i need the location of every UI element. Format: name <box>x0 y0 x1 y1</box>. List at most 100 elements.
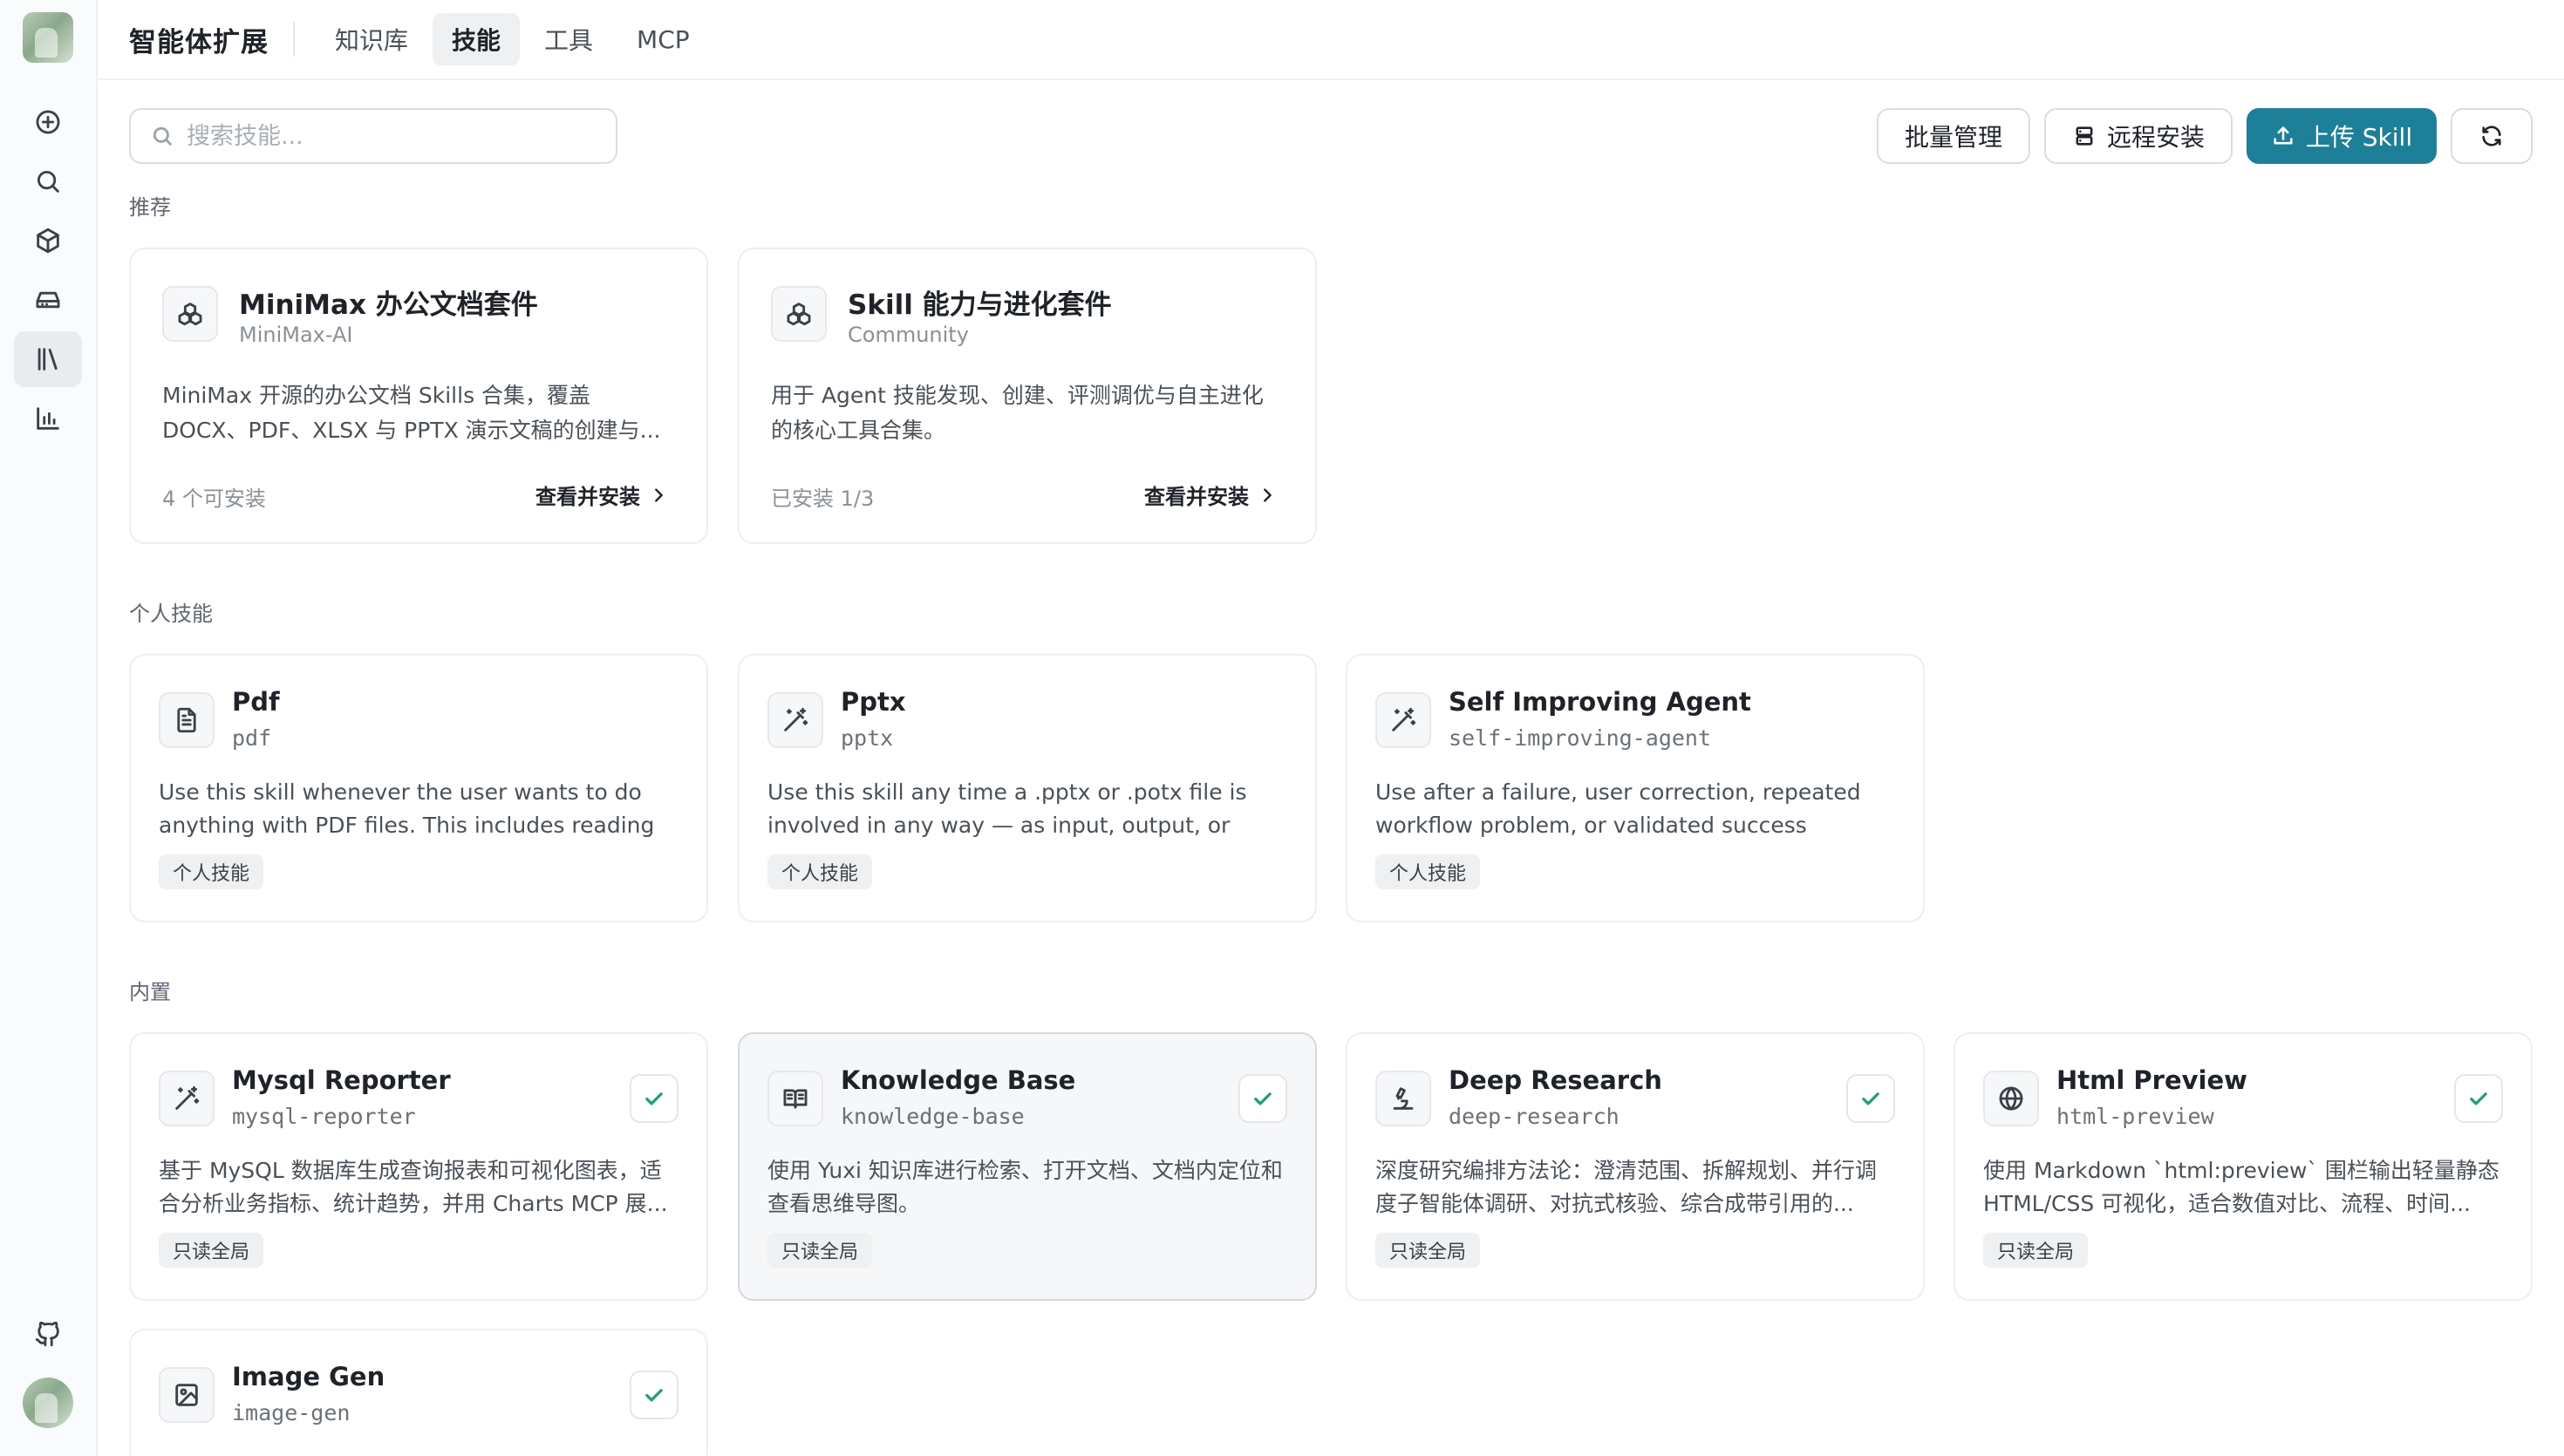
card-description: MiniMax 开源的办公文档 Skills 合集，覆盖 DOCX、PDF、XL… <box>162 383 661 443</box>
skill-title: Deep Research <box>1449 1065 1662 1095</box>
search-box <box>129 108 617 164</box>
check-icon <box>2470 1092 2487 1106</box>
skill-title: Pdf <box>232 687 280 717</box>
skill-description: 使用 Markdown `html:preview` 围栏输出轻量静态 HTML… <box>1983 1158 2499 1216</box>
skill-title: Self Improving Agent <box>1449 687 1751 717</box>
skill-title: Knowledge Base <box>841 1065 1076 1095</box>
search-input[interactable] <box>187 122 588 150</box>
skill-title: Image Gen <box>232 1362 385 1391</box>
tab-mcp[interactable]: MCP <box>617 17 709 63</box>
skill-tag: 只读全局 <box>767 1233 873 1268</box>
skill-description: Use this skill whenever the user wants t… <box>159 779 655 838</box>
plus-circle-icon <box>36 110 60 134</box>
tab-skills[interactable]: 技能 <box>433 13 521 65</box>
card-icon-wrap <box>159 1071 215 1126</box>
boxes-icon <box>178 303 202 326</box>
skill-card-mysql-reporter[interactable]: Mysql Reporter mysql-reporter 基于 MySQL 数… <box>129 1032 708 1301</box>
card-icon-wrap <box>1983 1071 2039 1126</box>
skill-description: 基于 MySQL 数据库生成查询报表和可视化图表，适合分析业务指标、统计趋势，并… <box>159 1158 668 1216</box>
magic-wand-icon <box>1392 707 1416 731</box>
skill-description: Use this skill any time a .pptx or .potx… <box>767 779 1247 838</box>
skill-title: Pptx <box>841 687 906 717</box>
skill-card-self-improving-agent[interactable]: Self Improving Agent self-improving-agen… <box>1346 654 1925 922</box>
skill-card-knowledge-base[interactable]: Knowledge Base knowledge-base 使用 Yuxi 知识… <box>738 1032 1317 1301</box>
card-title: MiniMax 办公文档套件 <box>239 289 538 321</box>
globe-icon <box>1999 1086 2023 1111</box>
skill-card-image-gen[interactable]: Image Gen image-gen <box>129 1329 708 1456</box>
new-chat-button[interactable] <box>14 94 82 150</box>
batch-manage-button[interactable]: 批量管理 <box>1877 108 2030 164</box>
bar-chart-icon <box>37 407 59 430</box>
card-icon-wrap <box>159 692 215 748</box>
recommended-card-skill-evolution[interactable]: Skill 能力与进化套件 Community 用于 Agent 技能发现、创建… <box>738 248 1317 544</box>
storage-button[interactable] <box>14 272 82 328</box>
dashboard-button[interactable] <box>14 391 82 446</box>
skill-id: mysql-reporter <box>232 1104 416 1129</box>
tab-tools[interactable]: 工具 <box>525 13 612 65</box>
view-install-link[interactable]: 查看并安装 <box>535 480 668 510</box>
image-icon <box>175 1384 198 1406</box>
view-install-link[interactable]: 查看并安装 <box>1144 480 1277 510</box>
top-nav: 智能体扩展 知识库 技能 工具 MCP <box>98 0 2564 80</box>
remote-install-label: 远程安装 <box>2106 123 2205 152</box>
card-icon-wrap <box>159 1367 215 1423</box>
skill-card-deep-research[interactable]: Deep Research deep-research 深度研究编排方法论：澄清… <box>1346 1032 1925 1301</box>
enabled-checkbox[interactable] <box>1846 1074 1895 1123</box>
server-icon <box>2076 126 2093 146</box>
skill-card-pptx[interactable]: Pptx pptx Use this skill any time a .ppt… <box>738 654 1317 922</box>
card-icon-wrap <box>1375 1071 1431 1126</box>
skill-id: image-gen <box>232 1400 351 1425</box>
enabled-checkbox[interactable] <box>1238 1074 1287 1123</box>
search-icon <box>153 126 172 146</box>
magic-wand-icon <box>175 1085 200 1110</box>
section-label-personal: 个人技能 <box>129 602 213 626</box>
skill-description: 使用 Yuxi 知识库进行检索、打开文档、文档内定位和查看思维导图。 <box>767 1158 1283 1216</box>
chevron-right-icon <box>655 487 663 502</box>
check-icon <box>645 1389 663 1402</box>
card-author: MiniMax-AI <box>239 323 353 347</box>
library-icon <box>38 348 58 371</box>
skill-title: Html Preview <box>2056 1065 2247 1095</box>
title-divider <box>293 22 295 57</box>
batch-manage-label: 批量管理 <box>1904 123 2002 152</box>
refresh-button[interactable] <box>2451 108 2533 164</box>
microscope-icon <box>1393 1087 1414 1110</box>
skill-card-pdf[interactable]: Pdf pdf Use this skill whenever the user… <box>129 654 708 922</box>
skill-tag: 个人技能 <box>1375 854 1481 889</box>
workspace-logo[interactable] <box>23 12 73 63</box>
upload-skill-label: 上传 Skill <box>2305 123 2413 152</box>
enabled-checkbox[interactable] <box>630 1371 679 1419</box>
github-link[interactable] <box>14 1306 82 1362</box>
skill-tag: 只读全局 <box>1983 1233 2089 1268</box>
enabled-checkbox[interactable] <box>630 1074 679 1123</box>
card-author: Community <box>848 323 969 347</box>
refresh-icon <box>2482 126 2501 146</box>
app-root: 智能体扩展 知识库 技能 工具 MCP 批量管理 远程安装 上传 Skill 推… <box>0 0 2564 1456</box>
upload-skill-button[interactable]: 上传 Skill <box>2247 108 2437 164</box>
skill-tag: 只读全局 <box>159 1233 264 1268</box>
view-install-label: 查看并安装 <box>1144 485 1249 509</box>
skill-description: 深度研究编排方法论：澄清范围、拆解规划、并行调度子智能体调研、对抗式核验、综合成… <box>1375 1158 1878 1216</box>
section-label-recommended: 推荐 <box>129 195 171 220</box>
skill-title: Mysql Reporter <box>232 1065 451 1095</box>
install-status: 已安装 1/3 <box>771 486 875 511</box>
github-icon <box>35 1321 59 1347</box>
search-button[interactable] <box>14 153 82 209</box>
recommended-card-minimax[interactable]: MiniMax 办公文档套件 MiniMax-AI MiniMax 开源的办公文… <box>129 248 708 544</box>
sidebar <box>0 0 98 1456</box>
check-icon <box>1862 1092 1879 1106</box>
remote-install-button[interactable]: 远程安装 <box>2044 108 2233 164</box>
skill-id: knowledge-base <box>841 1104 1025 1129</box>
chevron-right-icon <box>1264 487 1272 502</box>
view-install-label: 查看并安装 <box>535 485 640 509</box>
skill-id: deep-research <box>1449 1104 1620 1129</box>
boxes-icon <box>787 303 811 326</box>
search-icon <box>37 170 59 193</box>
enabled-checkbox[interactable] <box>2454 1074 2503 1123</box>
tab-knowledge-base[interactable]: 知识库 <box>316 13 427 65</box>
agents-button[interactable] <box>14 213 82 269</box>
extensions-button[interactable] <box>14 331 82 387</box>
user-avatar[interactable] <box>23 1378 73 1428</box>
skill-card-html-preview[interactable]: Html Preview html-preview 使用 Markdown `h… <box>1954 1032 2533 1301</box>
skill-id: pptx <box>841 725 894 751</box>
